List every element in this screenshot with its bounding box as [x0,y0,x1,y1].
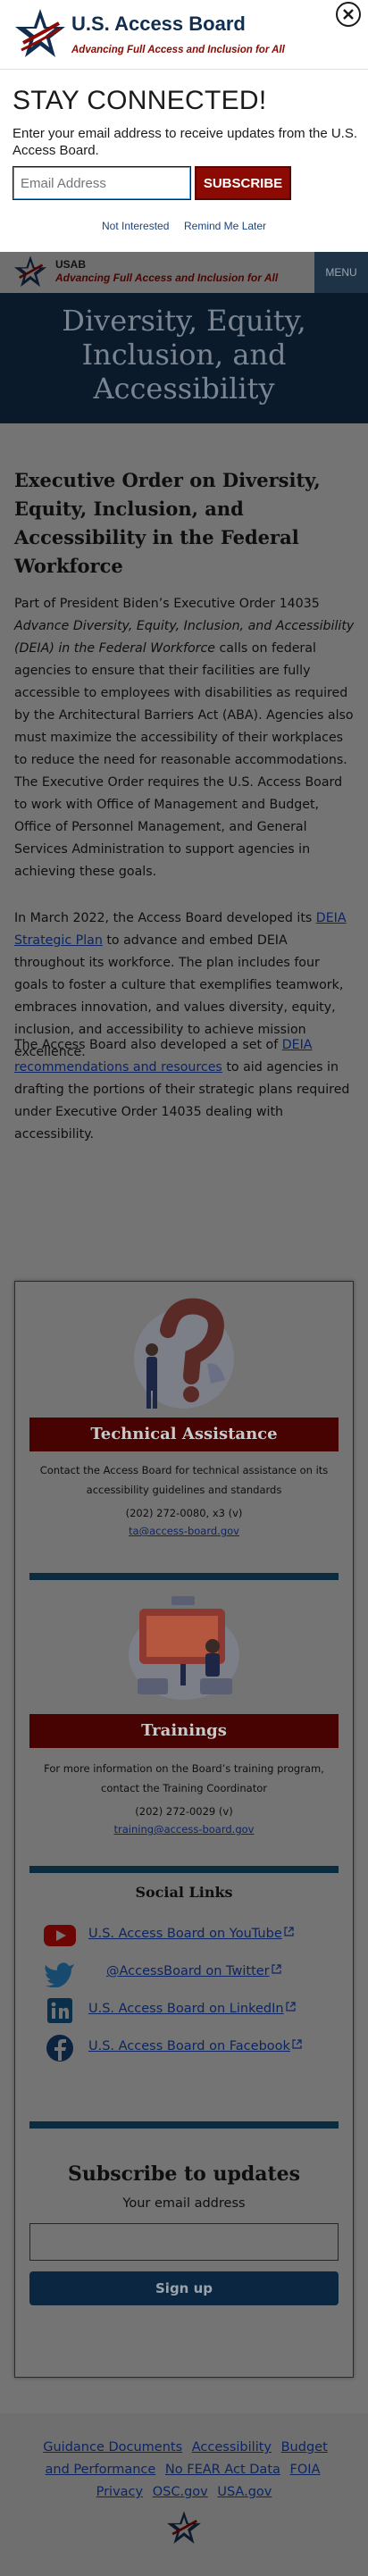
technical-assistance-phone: (202) 272-0080, x3 (v) [125,1507,243,1519]
footer-link-foia[interactable]: FOIA [290,2463,321,2477]
social-row-linkedin: U.S. Access Board on LinkedIn [42,1993,337,2028]
training-presentation-icon [129,1596,239,1700]
external-link-icon [285,2002,296,2011]
popup-email-input[interactable] [13,166,191,200]
technical-assistance-email-row: ta@access-board.gov [29,1521,339,1541]
popup-description: Enter your email address to receive upda… [13,126,358,158]
popup-close-button[interactable] [336,2,361,27]
paragraph-text: In March 2022, the Access Board develope… [14,911,316,925]
section-divider [29,1866,339,1873]
facebook-icon [46,2035,73,2062]
social-row-youtube: U.S. Access Board on YouTube [42,1918,337,1953]
popup-header: U.S. Access Board Advancing Full Access … [0,0,368,70]
footer-link-privacy[interactable]: Privacy [96,2485,144,2499]
youtube-link-label: U.S. Access Board on YouTube [88,1927,282,1941]
newsletter-popup: U.S. Access Board Advancing Full Access … [0,0,368,252]
site-footer: Guidance Documents Accessibility Budget … [0,2413,368,2576]
linkedin-icon [47,1998,72,2023]
paragraph-text: The Access Board also developed a set of [14,1038,282,1052]
footer-links: Guidance Documents Accessibility Budget … [36,2437,332,2504]
header-logo[interactable] [13,255,48,290]
external-link-icon [272,1964,281,1974]
signup-button[interactable]: Sign up [29,2271,339,2305]
section-divider [29,2121,339,2129]
subscribe-heading: Subscribe to updates [67,2162,301,2186]
trainings-heading: Trainings [29,1714,339,1748]
trainings-phone: (202) 272-0029 (v) [135,1805,233,1818]
menu-button[interactable]: MENU [314,252,368,293]
twitter-link-label: @AccessBoard on Twitter [106,1964,270,1978]
header-tagline: Advancing Full Access and Inclusion for … [55,272,279,284]
facebook-link[interactable]: U.S. Access Board on Facebook [88,2039,302,2053]
footer-link-usa-gov[interactable]: USA.gov [217,2485,272,2499]
site-header: USAB Advancing Full Access and Inclusion… [0,252,368,293]
remind-later-link[interactable]: Remind Me Later [184,220,266,232]
trainings-text: For more information on the Board’s trai… [44,1762,324,1794]
not-interested-link[interactable]: Not Interested [102,220,169,232]
technical-assistance-heading: Technical Assistance [29,1418,339,1451]
paragraph-text: calls on federal agencies to ensure that… [14,641,354,879]
youtube-link[interactable]: U.S. Access Board on YouTube [88,1927,294,1941]
footer-link-guidance-documents[interactable]: Guidance Documents [43,2440,182,2455]
social-links-heading: Social Links [135,1884,233,1901]
technical-assistance-illustration [15,1294,353,1419]
linkedin-link[interactable]: U.S. Access Board on LinkedIn [88,2002,296,2016]
question-mark-icon [134,1298,234,1409]
trainings-email-link[interactable]: training@access-board.gov [114,1823,255,1836]
article-title: Executive Order on Diversity, Equity, In… [14,469,321,577]
popup-site-tagline: Advancing Full Access and Inclusion for … [71,45,285,55]
footer-link-accessibility[interactable]: Accessibility [192,2440,272,2455]
close-icon [343,9,354,20]
subscribe-email-input[interactable] [29,2223,339,2261]
youtube-icon [44,1925,76,1946]
popup-subscribe-button[interactable]: SUBSCRIBE [195,166,291,200]
article-paragraph-3: The Access Board also developed a set of… [14,1034,355,1146]
twitter-icon [45,1962,74,1987]
footer-logo [167,2511,201,2544]
technical-assistance-email-link[interactable]: ta@access-board.gov [129,1525,239,1537]
sidebar-card: Technical Assistance Contact the Access … [14,1281,354,2378]
trainings-email-row: training@access-board.gov [29,1819,339,1839]
social-row-twitter: @AccessBoard on Twitter [42,1955,337,1991]
page-hero: Diversity, Equity, Inclusion, and Access… [0,293,368,423]
footer-link-osc[interactable]: OSC.gov [153,2485,208,2499]
trainings-illustration [15,1593,353,1709]
popup-site-title: U.S. Access Board [71,13,246,35]
external-link-icon [292,2039,302,2049]
page-title: Diversity, Equity, Inclusion, and Access… [62,304,306,406]
access-board-logo [15,9,65,57]
main-content: Executive Order on Diversity, Equity, In… [0,423,368,1281]
section-divider [29,1573,339,1580]
paragraph-text: Part of President Biden’s Executive Orde… [14,597,320,611]
article-paragraph-1: Part of President Biden’s Executive Orde… [14,593,355,883]
facebook-link-label: U.S. Access Board on Facebook [88,2039,290,2053]
popup-heading: STAY CONNECTED! [13,86,267,115]
technical-assistance-text: Contact the Access Board for technical a… [39,1464,329,1496]
footer-link-no-fear-act[interactable]: No FEAR Act Data [165,2463,280,2477]
external-link-icon [284,1927,294,1936]
linkedin-link-label: U.S. Access Board on LinkedIn [88,2002,284,2016]
twitter-link[interactable]: @AccessBoard on Twitter [106,1964,281,1978]
social-row-facebook: U.S. Access Board on Facebook [42,2030,337,2066]
subscribe-email-label: Your email address [122,2196,246,2211]
header-abbreviation: USAB [55,258,87,271]
